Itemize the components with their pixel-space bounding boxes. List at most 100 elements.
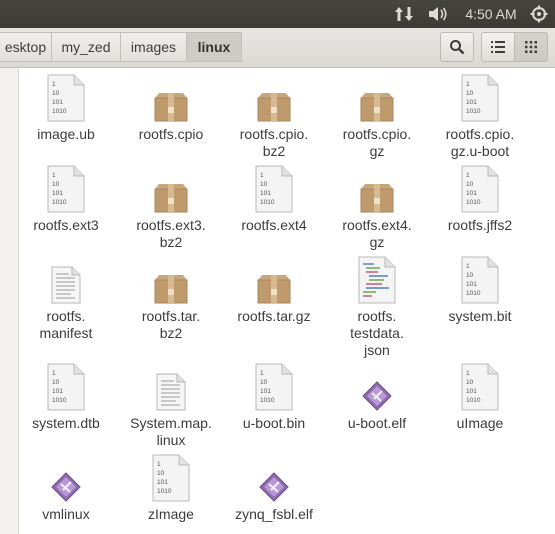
svg-text:101: 101 bbox=[52, 388, 63, 395]
file-item[interactable]: zynq_fsbl.elf bbox=[222, 452, 326, 523]
file-item[interactable]: 1 10 101 1010 zImage bbox=[119, 452, 223, 523]
file-item[interactable]: vmlinux bbox=[14, 452, 118, 523]
archive-file-icon bbox=[119, 254, 223, 304]
search-icon bbox=[450, 40, 465, 55]
svg-text:1010: 1010 bbox=[466, 199, 481, 206]
svg-text:101: 101 bbox=[52, 190, 63, 197]
svg-text:101: 101 bbox=[466, 281, 477, 288]
file-item[interactable]: 1 10 101 1010 rootfs.cpio. gz.u-boot bbox=[428, 72, 532, 160]
executable-file-icon bbox=[14, 452, 118, 502]
file-name: rootfs.ext4 bbox=[241, 217, 307, 233]
svg-text:1010: 1010 bbox=[260, 397, 275, 404]
file-item[interactable]: rootfs. testdata. json bbox=[325, 254, 429, 359]
breadcrumb-my-zed[interactable]: my_zed bbox=[52, 32, 121, 62]
list-view-button[interactable] bbox=[481, 32, 515, 62]
breadcrumb-images[interactable]: images bbox=[121, 32, 187, 62]
file-name: System.map. linux bbox=[130, 415, 212, 448]
svg-text:1: 1 bbox=[466, 263, 470, 270]
file-name: rootfs.cpio. gz bbox=[342, 126, 412, 159]
archive-file-icon bbox=[222, 254, 326, 304]
svg-text:1: 1 bbox=[260, 370, 264, 377]
svg-text:1: 1 bbox=[466, 81, 470, 88]
svg-text:10: 10 bbox=[466, 379, 474, 386]
file-item[interactable]: 1 10 101 1010 rootfs.ext3 bbox=[14, 163, 118, 234]
file-item[interactable]: 1 10 101 1010 rootfs.ext4 bbox=[222, 163, 326, 234]
file-item[interactable]: rootfs.ext4. gz bbox=[325, 163, 429, 251]
file-item[interactable]: rootfs.cpio. gz bbox=[325, 72, 429, 160]
svg-text:1: 1 bbox=[260, 172, 264, 179]
svg-text:10: 10 bbox=[52, 379, 60, 386]
svg-text:1010: 1010 bbox=[52, 108, 67, 115]
file-item[interactable]: rootfs.ext3. bz2 bbox=[119, 163, 223, 251]
file-item[interactable]: 1 10 101 1010 rootfs.jffs2 bbox=[428, 163, 532, 234]
file-item[interactable]: rootfs.cpio bbox=[119, 72, 223, 143]
svg-text:1: 1 bbox=[52, 172, 56, 179]
svg-text:1010: 1010 bbox=[52, 199, 67, 206]
file-name: zynq_fsbl.elf bbox=[235, 506, 313, 522]
file-name: system.dtb bbox=[32, 415, 100, 431]
file-item[interactable]: rootfs.tar.gz bbox=[222, 254, 326, 325]
search-button[interactable] bbox=[440, 32, 474, 62]
file-name: rootfs.jffs2 bbox=[447, 217, 513, 233]
svg-text:1010: 1010 bbox=[52, 397, 67, 404]
executable-file-icon bbox=[222, 452, 326, 502]
svg-text:10: 10 bbox=[466, 272, 474, 279]
file-name: rootfs.cpio. gz.u-boot bbox=[445, 126, 515, 159]
archive-file-icon bbox=[119, 72, 223, 122]
file-name: rootfs.cpio. bz2 bbox=[239, 126, 309, 159]
file-item[interactable]: rootfs.cpio. bz2 bbox=[222, 72, 326, 160]
grid-view-button[interactable] bbox=[514, 32, 548, 62]
file-item[interactable]: 1 10 101 1010 system.bit bbox=[428, 254, 532, 325]
svg-text:101: 101 bbox=[260, 388, 271, 395]
archive-file-icon bbox=[119, 163, 223, 213]
file-item[interactable]: u-boot.elf bbox=[325, 361, 429, 432]
svg-text:1010: 1010 bbox=[466, 397, 481, 404]
file-name: u-boot.elf bbox=[347, 415, 407, 431]
svg-text:1: 1 bbox=[466, 172, 470, 179]
executable-file-icon bbox=[325, 361, 429, 411]
binary-file-icon: 1 10 101 1010 bbox=[428, 163, 532, 213]
file-name: u-boot.bin bbox=[242, 415, 306, 431]
svg-text:101: 101 bbox=[52, 99, 63, 106]
grid-view-icon bbox=[525, 41, 537, 53]
svg-text:10: 10 bbox=[52, 181, 60, 188]
svg-text:1010: 1010 bbox=[466, 108, 481, 115]
binary-file-icon: 1 10 101 1010 bbox=[14, 163, 118, 213]
file-item[interactable]: 1 10 101 1010 uImage bbox=[428, 361, 532, 432]
file-name: rootfs. manifest bbox=[39, 308, 93, 341]
archive-file-icon bbox=[325, 163, 429, 213]
file-item[interactable]: rootfs.tar. bz2 bbox=[119, 254, 223, 342]
svg-text:1010: 1010 bbox=[260, 199, 275, 206]
file-item[interactable]: rootfs. manifest bbox=[14, 254, 118, 342]
binary-file-icon: 1 10 101 1010 bbox=[428, 361, 532, 411]
file-item[interactable]: System.map. linux bbox=[119, 361, 223, 449]
binary-file-icon: 1 10 101 1010 bbox=[14, 72, 118, 122]
svg-text:1010: 1010 bbox=[466, 290, 481, 297]
network-transfer-icon[interactable] bbox=[392, 0, 416, 28]
file-name: uImage bbox=[456, 415, 504, 431]
file-name: rootfs.tar.gz bbox=[237, 308, 311, 324]
breadcrumb-linux[interactable]: linux bbox=[187, 32, 242, 62]
svg-text:101: 101 bbox=[260, 190, 271, 197]
text-file-icon bbox=[14, 254, 118, 304]
file-name: system.bit bbox=[448, 308, 512, 324]
svg-text:10: 10 bbox=[260, 379, 268, 386]
svg-text:1: 1 bbox=[52, 370, 56, 377]
binary-file-icon: 1 10 101 1010 bbox=[222, 163, 326, 213]
top-panel: 4:50 AM bbox=[0, 0, 555, 28]
power-gear-icon[interactable] bbox=[527, 0, 551, 28]
file-name: rootfs. testdata. json bbox=[350, 308, 404, 358]
file-item[interactable]: 1 10 101 1010 image.ub bbox=[14, 72, 118, 143]
binary-file-icon: 1 10 101 1010 bbox=[222, 361, 326, 411]
breadcrumb-desktop[interactable]: esktop bbox=[0, 32, 52, 62]
svg-text:10: 10 bbox=[157, 470, 165, 477]
file-name: vmlinux bbox=[42, 506, 90, 522]
file-item[interactable]: 1 10 101 1010 u-boot.bin bbox=[222, 361, 326, 432]
clock[interactable]: 4:50 AM bbox=[458, 0, 524, 28]
list-view-icon bbox=[491, 41, 505, 53]
file-name: rootfs.ext4. gz bbox=[342, 217, 412, 250]
binary-file-icon: 1 10 101 1010 bbox=[119, 452, 223, 502]
text-file-icon bbox=[119, 361, 223, 411]
volume-icon[interactable] bbox=[425, 0, 451, 28]
file-item[interactable]: 1 10 101 1010 system.dtb bbox=[14, 361, 118, 432]
